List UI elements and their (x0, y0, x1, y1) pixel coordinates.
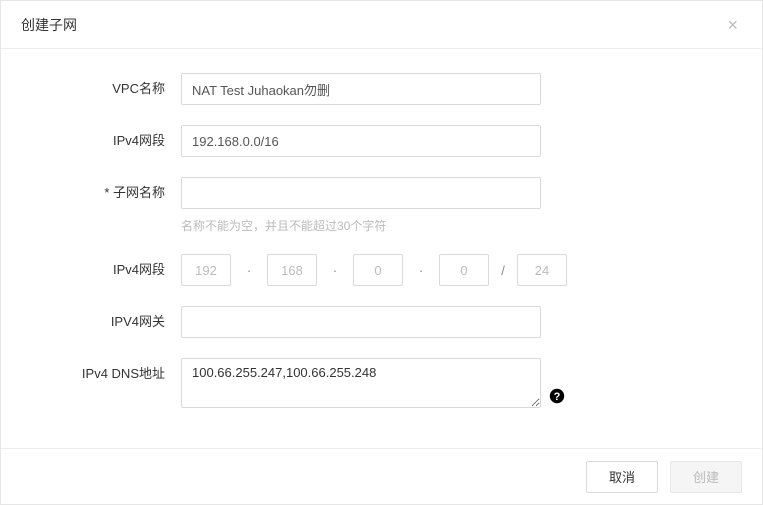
label-ipv4-dns: IPv4 DNS地址 (41, 358, 181, 390)
label-subnet-range: IPv4网段 (41, 254, 181, 286)
dot-separator: · (403, 263, 439, 278)
subnet-mask[interactable] (517, 254, 567, 286)
subnet-name-input[interactable] (181, 177, 541, 209)
row-ipv4-dns: IPv4 DNS地址 ? (41, 358, 722, 408)
label-subnet-name: * 子网名称 (41, 177, 181, 209)
close-icon[interactable]: × (723, 12, 742, 38)
subnet-oct1[interactable] (181, 254, 231, 286)
label-ipv4-gateway: IPV4网关 (41, 306, 181, 338)
subnet-name-hint: 名称不能为空，并且不能超过30个字符 (181, 217, 722, 234)
dialog-header: 创建子网 × (1, 1, 762, 49)
row-ipv4-gateway: IPV4网关 (41, 306, 722, 338)
subnet-oct4[interactable] (439, 254, 489, 286)
svg-text:?: ? (554, 391, 561, 403)
label-vpc-name: VPC名称 (41, 73, 181, 105)
row-subnet-name: * 子网名称 名称不能为空，并且不能超过30个字符 (41, 177, 722, 234)
row-subnet-range: IPv4网段 · · · / (41, 254, 722, 286)
cancel-button[interactable]: 取消 (586, 461, 658, 493)
label-ipv4-range: IPv4网段 (41, 125, 181, 157)
ipv4-range-input (181, 125, 541, 157)
create-subnet-dialog: 创建子网 × VPC名称 IPv4网段 * 子网名称 名称不能为空，并且不能超过… (0, 0, 763, 505)
create-button[interactable]: 创建 (670, 461, 742, 493)
subnet-range-octets: · · · / (181, 254, 722, 286)
subnet-oct2[interactable] (267, 254, 317, 286)
dot-separator: · (317, 263, 353, 278)
help-icon[interactable]: ? (549, 388, 565, 404)
slash-separator: / (489, 263, 517, 278)
dialog-footer: 取消 创建 (1, 448, 762, 504)
row-vpc-name: VPC名称 (41, 73, 722, 105)
vpc-name-input (181, 73, 541, 105)
ipv4-dns-textarea[interactable] (181, 358, 541, 408)
dialog-body: VPC名称 IPv4网段 * 子网名称 名称不能为空，并且不能超过30个字符 I… (1, 49, 762, 448)
dialog-title: 创建子网 (21, 15, 77, 35)
ipv4-gateway-input[interactable] (181, 306, 541, 338)
subnet-oct3[interactable] (353, 254, 403, 286)
dot-separator: · (231, 263, 267, 278)
row-ipv4-range: IPv4网段 (41, 125, 722, 157)
